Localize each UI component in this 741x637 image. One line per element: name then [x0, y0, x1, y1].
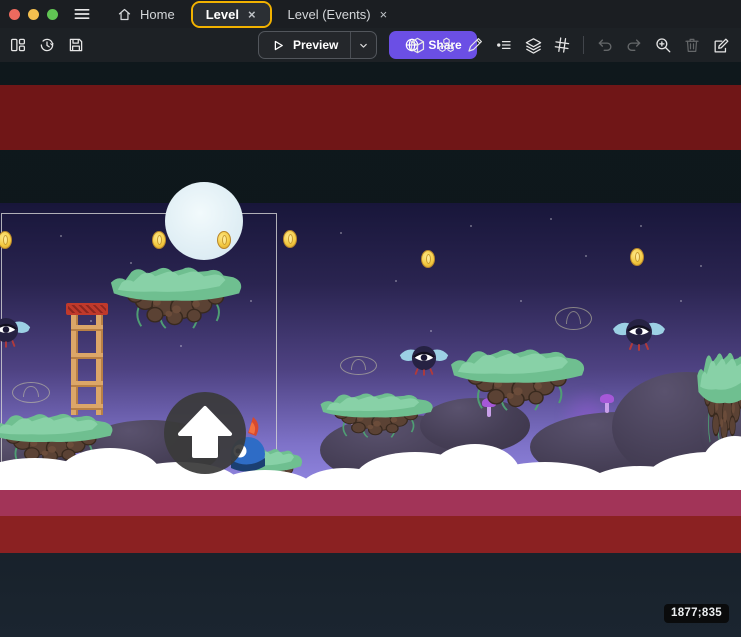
pen-icon [466, 36, 484, 54]
save-button[interactable] [64, 33, 88, 57]
cubes-group-icon [437, 36, 456, 55]
chevron-down-icon [357, 39, 370, 52]
trash-icon [683, 36, 701, 54]
cube-icon [408, 36, 427, 55]
close-window-button[interactable] [9, 9, 20, 20]
toolbar-separator [583, 36, 584, 54]
tab-label: Level (Events) [288, 7, 371, 22]
grid-settings-button[interactable] [550, 33, 574, 57]
redo-button[interactable] [622, 33, 646, 57]
play-icon [271, 38, 286, 53]
objects-panel-button[interactable] [405, 33, 429, 57]
tab-level[interactable]: Level × [193, 3, 270, 26]
toolbar-right-group [405, 33, 733, 57]
object-groups-button[interactable] [434, 33, 458, 57]
traffic-lights [0, 9, 58, 20]
save-floppy-icon [67, 36, 85, 54]
tab-label: Home [140, 7, 175, 22]
window-title-bar: Home Level × Level (Events) × [0, 0, 741, 28]
scene-pink-ground-band [0, 490, 741, 516]
layout-panels-icon [9, 36, 27, 54]
preview-button[interactable]: Preview [259, 32, 350, 58]
minimize-window-button[interactable] [28, 9, 39, 20]
maximize-window-button[interactable] [47, 9, 58, 20]
scene-bottom-red-band [0, 516, 741, 553]
touch-up-control-button[interactable] [164, 392, 246, 474]
preview-options-dropdown[interactable] [350, 32, 376, 58]
tab-bar: Home Level × Level (Events) × [104, 0, 401, 28]
editor-toolbar: Preview Share [0, 28, 741, 62]
edit-scene-button[interactable] [463, 33, 487, 57]
cursor-coordinates-indicator: 1877;835 [664, 604, 729, 623]
layers-panel-button[interactable] [521, 33, 545, 57]
toggle-panels-button[interactable] [6, 33, 30, 57]
close-tab-icon[interactable]: × [379, 8, 389, 21]
edit-note-icon [712, 36, 731, 55]
instances-list-button[interactable] [492, 33, 516, 57]
main-menu-button[interactable] [70, 2, 94, 26]
history-clock-icon [38, 36, 56, 54]
zoom-in-icon [654, 36, 672, 54]
layers-icon [524, 36, 543, 55]
delete-button[interactable] [680, 33, 704, 57]
grid-icon [553, 36, 571, 54]
history-button[interactable] [35, 33, 59, 57]
home-icon [117, 7, 132, 22]
close-tab-icon[interactable]: × [247, 8, 257, 21]
toolbar-left-group [6, 33, 88, 57]
tab-home[interactable]: Home [104, 1, 188, 27]
preview-label: Preview [293, 38, 338, 52]
instances-list-icon [495, 36, 513, 54]
preview-button-group: Preview [258, 31, 377, 59]
zoom-button[interactable] [651, 33, 675, 57]
tab-label: Level [206, 7, 239, 22]
editor-canvas[interactable] [0, 0, 741, 637]
undo-icon [596, 36, 614, 54]
redo-icon [625, 36, 643, 54]
undo-button[interactable] [593, 33, 617, 57]
up-arrow-icon [164, 392, 246, 474]
tab-level-events[interactable]: Level (Events) × [275, 1, 402, 27]
hamburger-icon [72, 4, 92, 24]
scene-properties-button[interactable] [709, 33, 733, 57]
active-tab-highlight: Level × [191, 1, 272, 28]
